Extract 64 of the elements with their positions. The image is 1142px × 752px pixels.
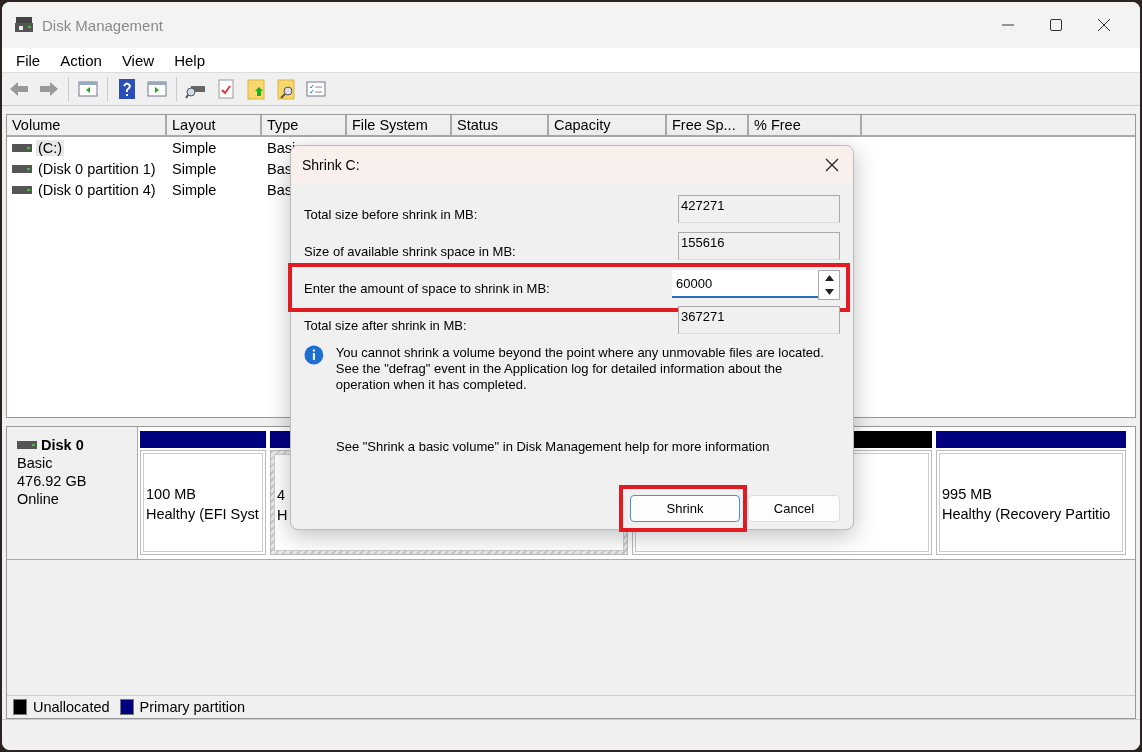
- column-header[interactable]: Layout: [167, 115, 262, 137]
- legend-label: Unallocated: [33, 699, 110, 715]
- cancel-button[interactable]: Cancel: [748, 495, 840, 522]
- window-title: Disk Management: [42, 16, 164, 34]
- column-header[interactable]: File System: [347, 115, 452, 137]
- value-field: 367271: [678, 306, 840, 334]
- table-cell[interactable]: (C:): [36, 139, 65, 156]
- field-label: Total size before shrink in MB:: [304, 207, 478, 222]
- menu-item[interactable]: File: [6, 51, 51, 69]
- panel-icon[interactable]: [77, 78, 99, 100]
- drive-icon: [12, 184, 32, 195]
- column-header[interactable]: % Free: [749, 115, 862, 137]
- info-message: You cannot shrink a volume beyond the point where any unmovable files are located. See the "defrag" event in the Application log for detailed information about the operation when it has completed.: [335, 345, 825, 393]
- checked-document-icon[interactable]: [215, 78, 237, 100]
- column-header[interactable]: Volume: [7, 115, 167, 137]
- panel-icon[interactable]: [146, 78, 168, 100]
- disk-type: Basic: [17, 455, 54, 471]
- up-arrow-icon: [824, 275, 834, 281]
- drive-icon: [12, 163, 32, 174]
- column-header[interactable]: Free Sp...: [667, 115, 749, 137]
- menu-item[interactable]: Action: [50, 51, 112, 69]
- column-header[interactable]: Status: [452, 115, 549, 137]
- folder-search-icon[interactable]: [275, 78, 297, 100]
- partition-block[interactable]: 100 MB Healthy (EFI Syst: [140, 450, 266, 555]
- help-icon[interactable]: [116, 78, 138, 100]
- legend-label: Primary partition: [139, 699, 246, 715]
- drive-icon: [12, 142, 32, 153]
- field-label: Enter the amount of space to shrink in MB:: [304, 281, 550, 296]
- partition-text: H: [277, 506, 289, 525]
- menu-item[interactable]: View: [111, 51, 165, 69]
- field-label: Total size after shrink in MB:: [304, 318, 467, 333]
- partition-text: 995 MB: [942, 485, 993, 504]
- down-arrow-icon: [824, 289, 834, 295]
- drive-icon: [17, 440, 37, 450]
- partition-text: 100 MB: [146, 485, 197, 504]
- value-field: 155616: [678, 232, 840, 260]
- partition-text: Healthy (Recovery Partitio: [942, 505, 1112, 524]
- close-icon[interactable]: [1098, 19, 1110, 31]
- table-cell[interactable]: (Disk 0 partition 4): [36, 181, 158, 198]
- table-cell: Simple: [172, 181, 217, 198]
- help-message: See "Shrink a basic volume" in Disk Management help for more information: [336, 439, 771, 454]
- partition-text: Healthy (EFI Syst: [146, 505, 260, 524]
- info-icon: [304, 345, 324, 365]
- shrink-button[interactable]: Shrink: [630, 495, 740, 522]
- menu-item[interactable]: Help: [164, 51, 215, 69]
- disk-drive-icon: [14, 16, 34, 34]
- column-header[interactable]: Type: [262, 115, 347, 137]
- table-cell: Basi: [267, 139, 296, 156]
- checklist-icon[interactable]: [305, 78, 327, 100]
- disk-name: Disk 0: [41, 437, 84, 453]
- partition-text: 4: [277, 486, 287, 505]
- table-cell: Simple: [172, 139, 217, 156]
- disk-status: Online: [17, 491, 60, 507]
- table-cell: Simple: [172, 160, 217, 177]
- dialog-title: Shrink C:: [302, 156, 360, 173]
- column-header[interactable]: Capacity: [549, 115, 667, 137]
- field-label: Size of available shrink space in MB:: [304, 244, 516, 259]
- maximize-icon[interactable]: [1050, 19, 1062, 31]
- table-cell[interactable]: (Disk 0 partition 1): [36, 160, 158, 177]
- input-field[interactable]: 60000: [672, 270, 818, 298]
- folder-up-icon[interactable]: [245, 78, 267, 100]
- value-field: 427271: [678, 195, 840, 223]
- disk-size: 476.92 GB: [17, 473, 88, 489]
- partition-block[interactable]: 995 MB Healthy (Recovery Partitio: [936, 450, 1126, 555]
